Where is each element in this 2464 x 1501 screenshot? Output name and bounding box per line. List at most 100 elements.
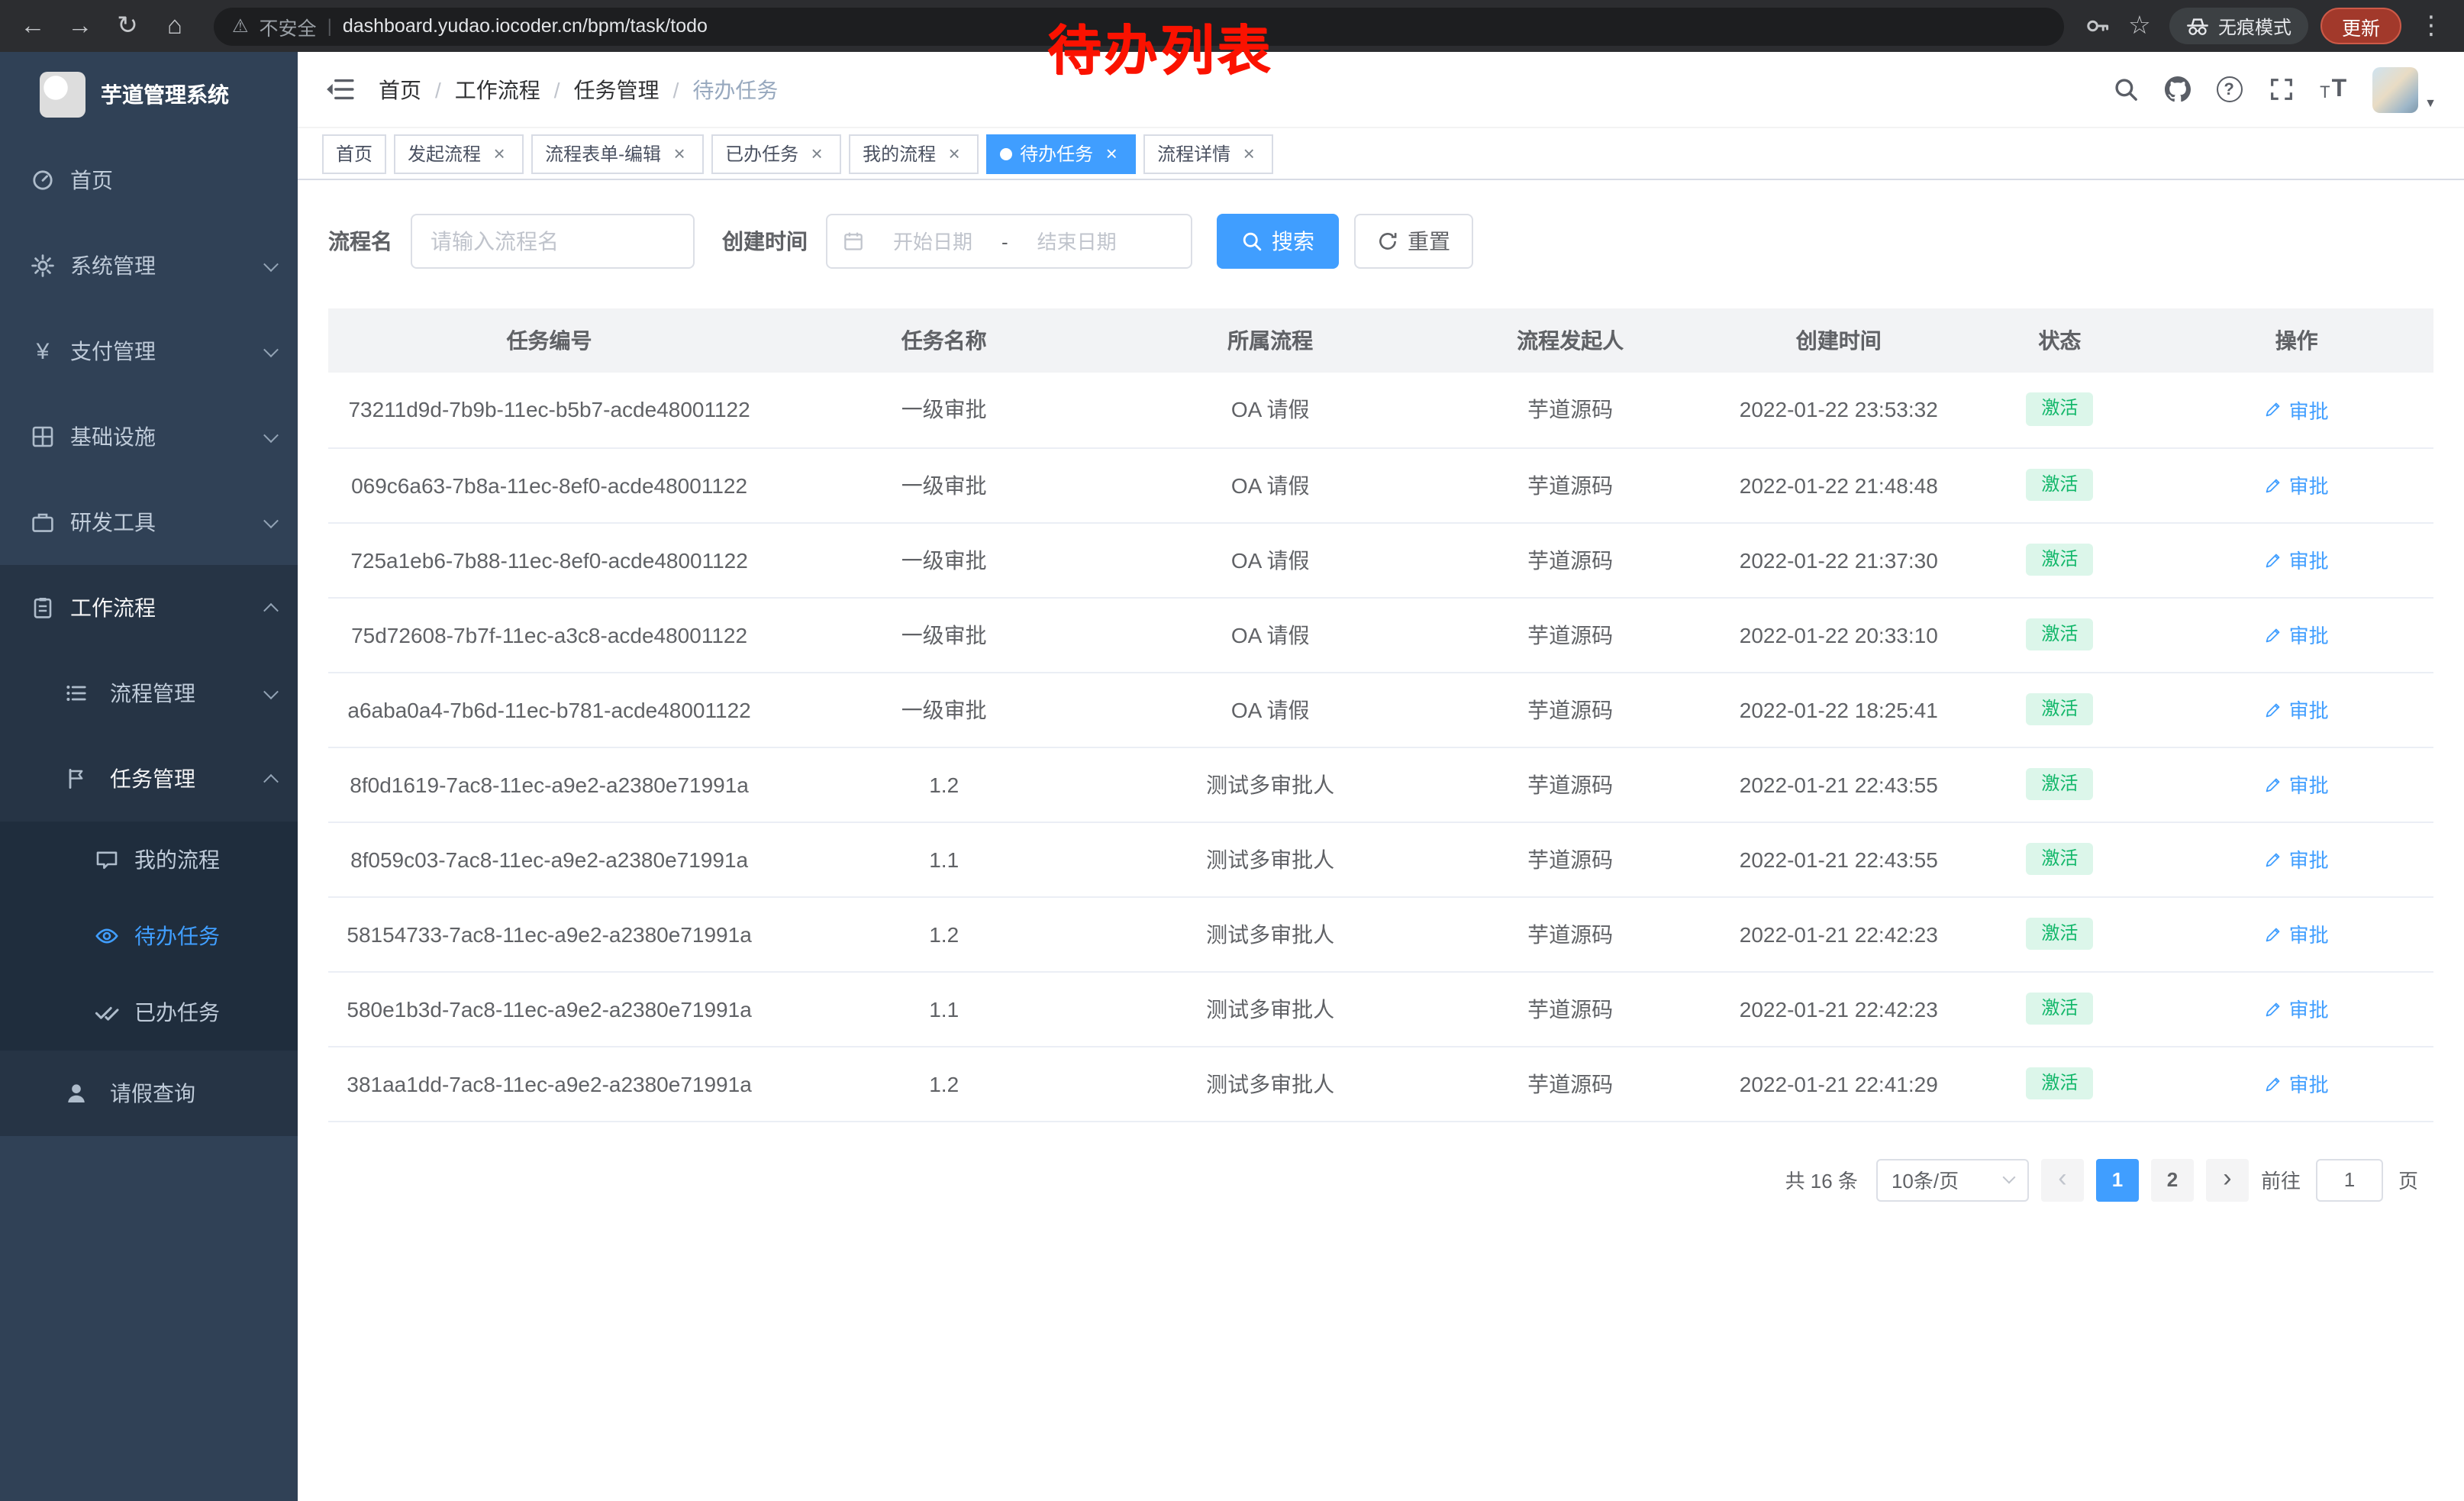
table-row: a6aba0a4-7b6d-11ec-b781-acde48001122一级审批… [328, 672, 2433, 747]
breadcrumb: 首页 / 工作流程 / 任务管理 / 待办任务 [379, 74, 778, 105]
table-row: 75d72608-7b7f-11ec-a3c8-acde48001122一级审批… [328, 597, 2433, 672]
sidebar-item-my-process[interactable]: 我的流程 [0, 822, 298, 898]
pen-icon [2265, 700, 2283, 718]
bookmark-star-icon[interactable]: ☆ [2122, 14, 2157, 39]
approve-link[interactable]: 审批 [2265, 919, 2329, 948]
update-button[interactable]: 更新 [2320, 8, 2401, 44]
address-divider: | [327, 15, 332, 37]
help-icon[interactable]: ? [2216, 76, 2242, 102]
approve-link[interactable]: 审批 [2265, 1069, 2329, 1098]
status-badge: 激活 [2026, 618, 2093, 650]
col-create-time: 创建时间 [1717, 308, 1959, 373]
url-text: dashboard.yudao.iocoder.cn/bpm/task/todo [343, 15, 708, 37]
range-separator: - [1001, 230, 1008, 253]
approve-link[interactable]: 审批 [2265, 470, 2329, 499]
sidebar-item-label: 研发工具 [70, 507, 156, 537]
task-table: 任务编号 任务名称 所属流程 流程发起人 创建时间 状态 操作 73211d9d… [328, 308, 2433, 1122]
sidebar-item-label: 基础设施 [70, 421, 156, 452]
sidebar-item-label: 任务管理 [110, 763, 195, 794]
approve-link[interactable]: 审批 [2265, 770, 2329, 799]
search-icon[interactable] [2112, 76, 2138, 102]
browser-chrome: ← → ↻ ⌂ ⚠ 不安全 | dashboard.yudao.iocoder.… [0, 0, 2464, 52]
start-date-input[interactable] [872, 230, 994, 253]
process-name-input[interactable] [411, 214, 695, 269]
sidebar-item-done-task[interactable]: 已办任务 [0, 974, 298, 1051]
create-time-label: 创建时间 [722, 226, 808, 257]
breadcrumb-workflow[interactable]: 工作流程 [455, 74, 540, 105]
col-task-id: 任务编号 [328, 308, 770, 373]
search-button[interactable]: 搜索 [1217, 214, 1339, 269]
sidebar-item-devtools[interactable]: 研发工具 [0, 479, 298, 565]
main-area: 首页 / 工作流程 / 任务管理 / 待办任务 ? TT [298, 52, 2464, 1501]
pen-icon [2265, 999, 2283, 1018]
chevron-up-icon [263, 602, 279, 618]
col-initiator: 流程发起人 [1423, 308, 1717, 373]
chevron-down-icon [263, 512, 279, 528]
end-date-input[interactable] [1016, 230, 1138, 253]
chat-icon [95, 847, 119, 872]
browser-menu-icon[interactable]: ⋮ [2414, 14, 2449, 39]
sidebar-item-leave-query[interactable]: 请假查询 [0, 1051, 298, 1136]
tab-my-process[interactable]: 我的流程× [849, 134, 979, 173]
prev-page-button[interactable]: ‹ [2041, 1158, 2084, 1201]
page-unit-label: 页 [2398, 1165, 2418, 1194]
sidebar-item-todo-task[interactable]: 待办任务 [0, 898, 298, 974]
close-icon[interactable]: × [1101, 143, 1122, 164]
key-icon[interactable] [2085, 14, 2110, 38]
address-bar[interactable]: ⚠ 不安全 | dashboard.yudao.iocoder.cn/bpm/t… [214, 7, 2064, 45]
approve-link[interactable]: 审批 [2265, 620, 2329, 649]
sidebar-item-task-mgmt[interactable]: 任务管理 [0, 736, 298, 822]
approve-link[interactable]: 审批 [2265, 844, 2329, 873]
status-badge: 激活 [2026, 393, 2093, 426]
tab-todo-task[interactable]: 待办任务× [986, 134, 1136, 173]
col-task-name: 任务名称 [770, 308, 1118, 373]
search-icon [1241, 231, 1263, 252]
fullscreen-icon[interactable] [2268, 76, 2294, 102]
next-page-button[interactable]: › [2206, 1158, 2249, 1201]
user-avatar[interactable]: ▼ [2372, 66, 2437, 112]
approve-link[interactable]: 审批 [2265, 695, 2329, 724]
app-header: 首页 / 工作流程 / 任务管理 / 待办任务 ? TT [298, 52, 2464, 128]
github-icon[interactable] [2164, 76, 2190, 102]
goto-page-input[interactable] [2316, 1158, 2383, 1201]
forward-button[interactable]: → [63, 14, 98, 39]
date-range-picker[interactable]: - [826, 214, 1192, 269]
tab-home[interactable]: 首页 [322, 134, 386, 173]
sidebar-menu: 首页 系统管理 ¥ 支付管理 基础设施 [0, 137, 298, 1136]
page-size-select[interactable]: 10条/页 [1876, 1158, 2029, 1201]
sidebar-item-system[interactable]: 系统管理 [0, 223, 298, 308]
breadcrumb-task-mgmt[interactable]: 任务管理 [574, 74, 660, 105]
tab-start-process[interactable]: 发起流程× [394, 134, 524, 173]
close-icon[interactable]: × [943, 143, 965, 164]
approve-link[interactable]: 审批 [2265, 545, 2329, 574]
approve-link[interactable]: 审批 [2265, 994, 2329, 1023]
close-icon[interactable]: × [669, 143, 690, 164]
eye-icon [95, 924, 119, 948]
approve-link[interactable]: 审批 [2265, 395, 2329, 424]
sidebar-item-workflow[interactable]: 工作流程 [0, 565, 298, 650]
menu-fold-icon[interactable] [325, 76, 354, 102]
sidebar-item-infrastructure[interactable]: 基础设施 [0, 394, 298, 479]
close-icon[interactable]: × [1238, 143, 1259, 164]
reload-button[interactable]: ↻ [110, 14, 145, 39]
table-header-row: 任务编号 任务名称 所属流程 流程发起人 创建时间 状态 操作 [328, 308, 2433, 373]
tab-form-edit[interactable]: 流程表单-编辑× [531, 134, 704, 173]
tab-done-task[interactable]: 已办任务× [711, 134, 841, 173]
back-button[interactable]: ← [15, 14, 50, 39]
page-1-button[interactable]: 1 [2096, 1158, 2139, 1201]
pen-icon [2265, 550, 2283, 569]
tab-process-detail[interactable]: 流程详情× [1143, 134, 1273, 173]
close-icon[interactable]: × [806, 143, 827, 164]
sidebar-item-process-mgmt[interactable]: 流程管理 [0, 650, 298, 736]
breadcrumb-home[interactable]: 首页 [379, 74, 421, 105]
sidebar-item-payment[interactable]: ¥ 支付管理 [0, 308, 298, 394]
total-count: 共 16 条 [1785, 1165, 1858, 1194]
reset-button[interactable]: 重置 [1354, 214, 1473, 269]
chevron-down-icon [263, 427, 279, 442]
home-button[interactable]: ⌂ [157, 14, 192, 39]
font-size-icon[interactable]: TT [2320, 77, 2346, 102]
page-2-button[interactable]: 2 [2151, 1158, 2194, 1201]
sidebar-item-home[interactable]: 首页 [0, 137, 298, 223]
close-icon[interactable]: × [489, 143, 510, 164]
flag-icon [64, 767, 89, 791]
